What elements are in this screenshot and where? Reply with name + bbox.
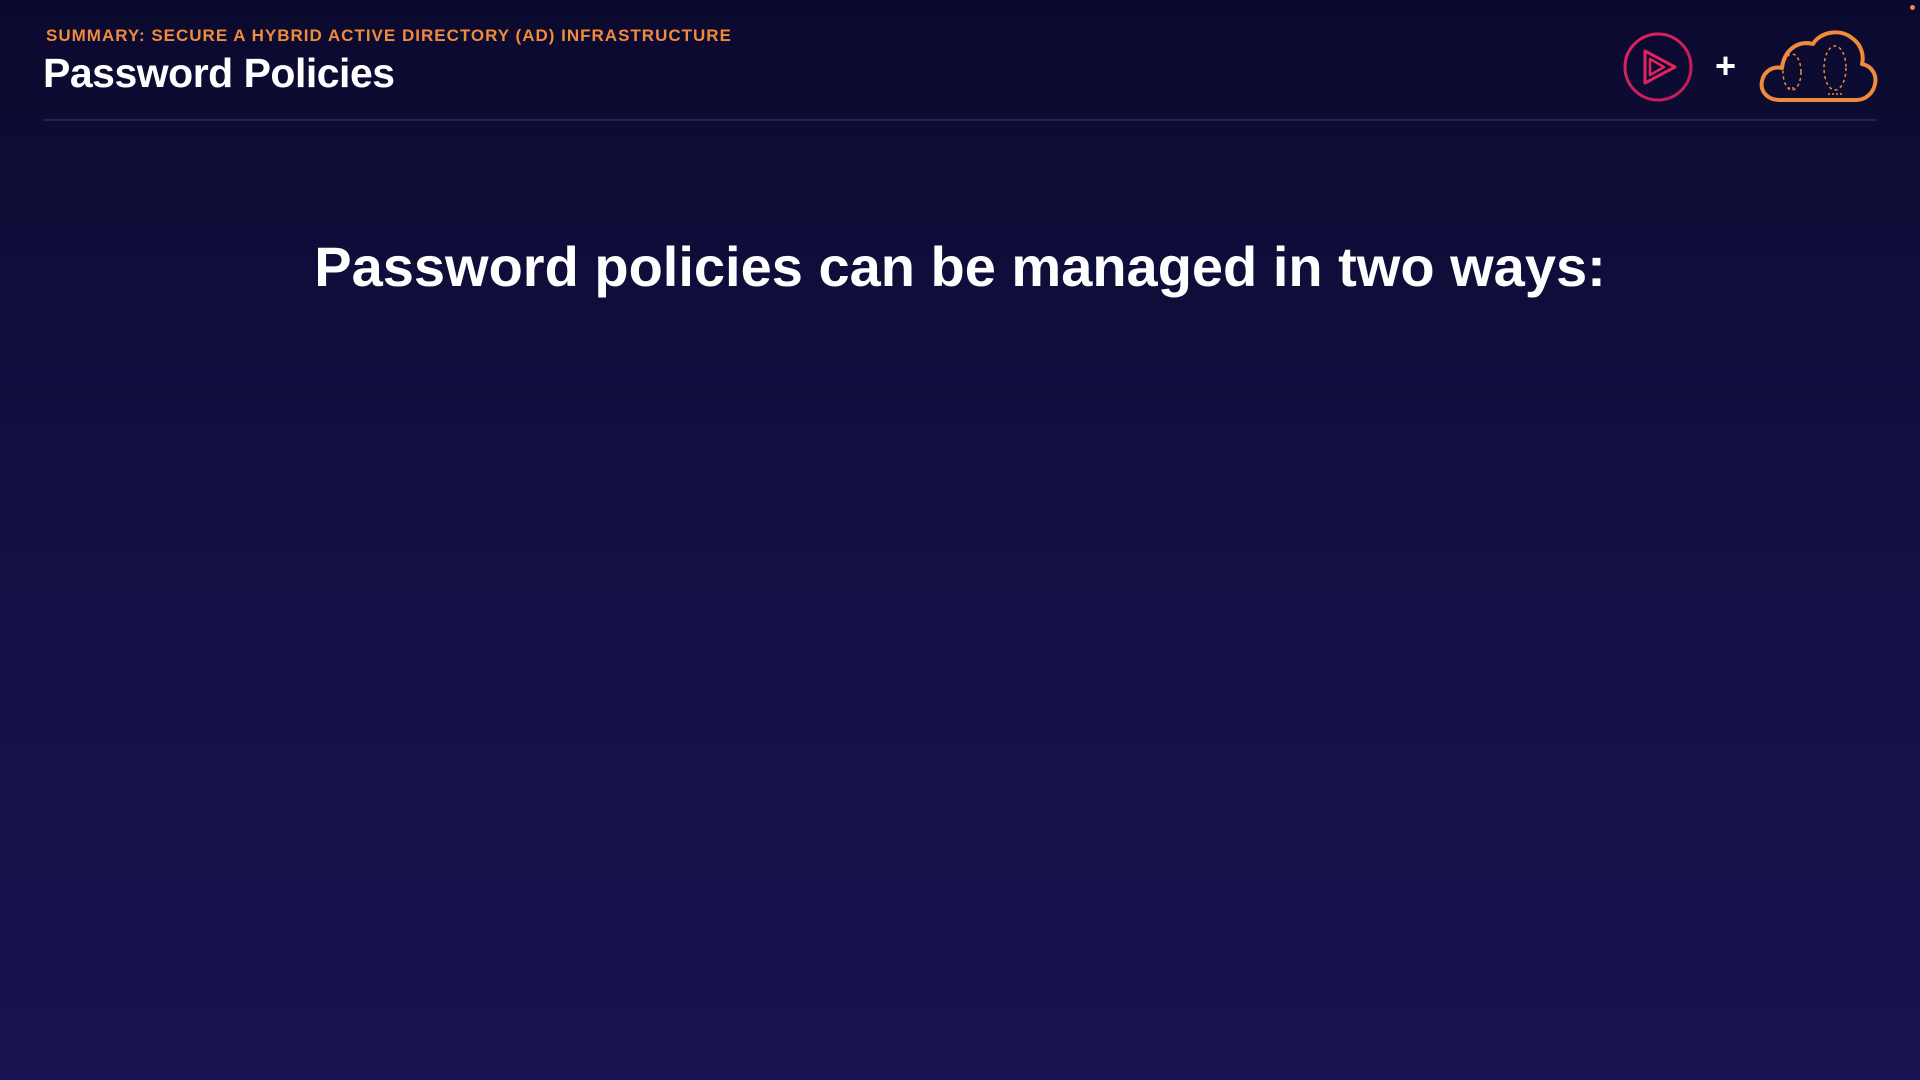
cloud-logo-icon bbox=[1759, 30, 1878, 102]
slide-header: SUMMARY: SECURE A HYBRID ACTIVE DIRECTOR… bbox=[0, 0, 1920, 122]
header-divider bbox=[43, 119, 1877, 121]
slide-headline: Password policies can be managed in two … bbox=[314, 235, 1606, 298]
plus-sign: + bbox=[1715, 45, 1737, 86]
page-title: Password Policies bbox=[43, 50, 395, 96]
corner-dot bbox=[1910, 5, 1915, 10]
play-logo-icon bbox=[1623, 32, 1693, 102]
section-subtitle: SUMMARY: SECURE A HYBRID ACTIVE DIRECTOR… bbox=[46, 26, 732, 45]
